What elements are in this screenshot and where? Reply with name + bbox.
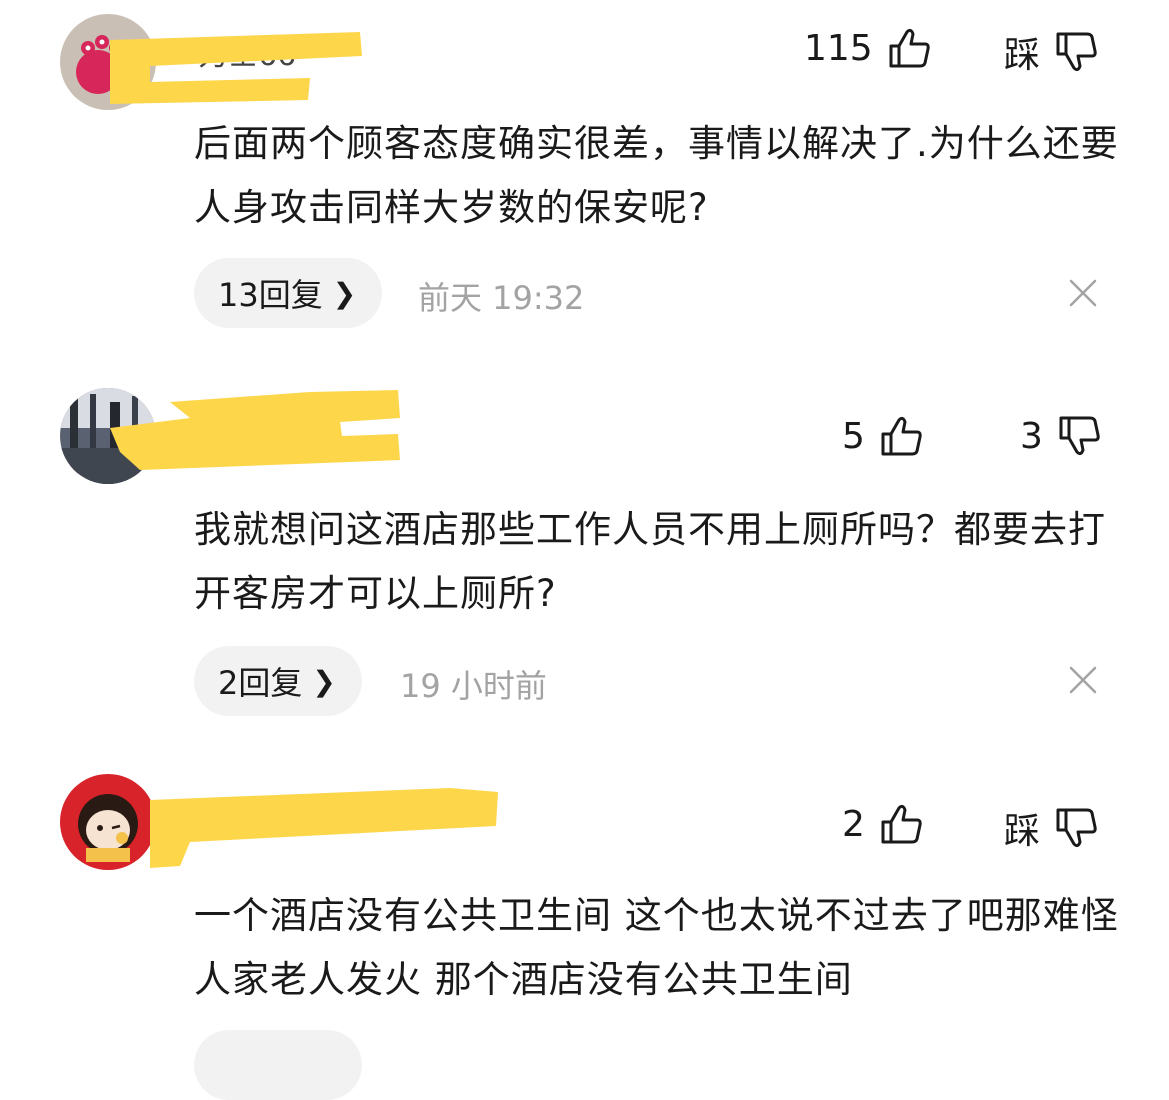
thumbs-down-icon <box>1056 808 1097 848</box>
redaction-mark <box>150 788 498 868</box>
comment-text: 一个酒店没有公共卫生间 这个也太说不过去了吧那难怪人家老人发火 那个酒店没有公共… <box>194 894 1119 1001</box>
comment-item: 2 踩 一个酒店没有公共卫生间 这个也太说不过去了吧那难怪人家老人发火 那个酒店… <box>0 0 1169 1100</box>
like-button[interactable]: 2 <box>842 802 923 846</box>
replies-button-partial[interactable] <box>194 1030 362 1100</box>
username-area[interactable] <box>150 786 498 868</box>
like-count: 2 <box>842 803 865 845</box>
thumbs-up-icon <box>881 804 922 844</box>
dislike-label: 踩 <box>1004 811 1041 852</box>
dislike-button[interactable]: 踩 <box>1004 802 1098 854</box>
avatar[interactable] <box>60 774 156 870</box>
